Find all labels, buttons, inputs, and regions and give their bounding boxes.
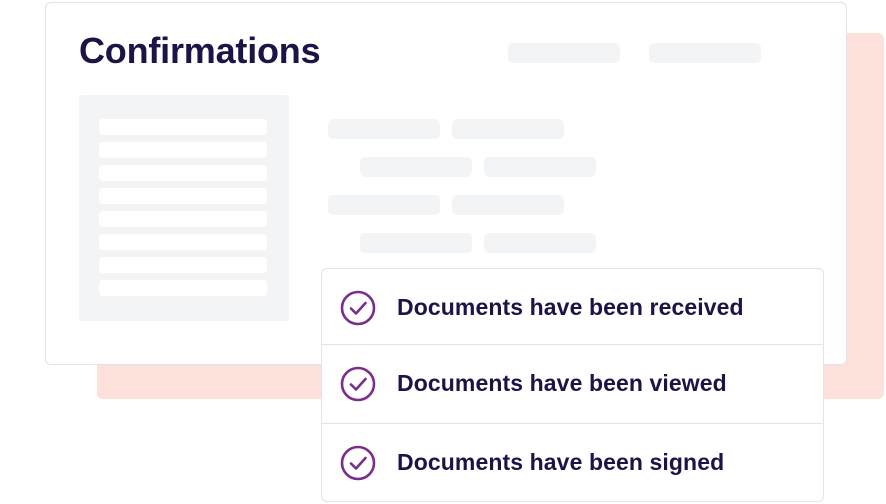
content-placeholder — [328, 195, 440, 215]
document-line-placeholder — [99, 188, 267, 204]
header-placeholder — [649, 43, 761, 63]
status-label: Documents have been viewed — [397, 370, 727, 396]
content-placeholder — [484, 157, 596, 177]
header-placeholder — [508, 43, 620, 63]
document-line-placeholder — [99, 234, 267, 250]
check-circle-icon — [340, 290, 376, 326]
document-line-placeholder — [99, 280, 267, 296]
content-placeholder — [360, 233, 472, 253]
check-circle-icon — [340, 445, 376, 481]
content-placeholder — [360, 157, 472, 177]
content-placeholder — [328, 119, 440, 139]
content-placeholder — [484, 233, 596, 253]
status-label: Documents have been received — [397, 294, 744, 320]
status-row-received: Documents have been received — [322, 269, 823, 346]
content-placeholder — [452, 195, 564, 215]
document-line-placeholder — [99, 257, 267, 273]
status-label: Documents have been signed — [397, 449, 725, 475]
status-row-viewed: Documents have been viewed — [322, 344, 823, 422]
document-thumbnail — [79, 95, 289, 321]
page-title: Confirmations — [79, 30, 321, 71]
document-line-placeholder — [99, 142, 267, 158]
status-row-signed: Documents have been signed — [322, 423, 823, 501]
check-circle-icon — [340, 366, 376, 402]
document-line-placeholder — [99, 165, 267, 181]
document-line-placeholder — [99, 211, 267, 227]
content-placeholder — [452, 119, 564, 139]
status-list: Documents have been received Documents h… — [321, 268, 824, 502]
document-line-placeholder — [99, 119, 267, 135]
